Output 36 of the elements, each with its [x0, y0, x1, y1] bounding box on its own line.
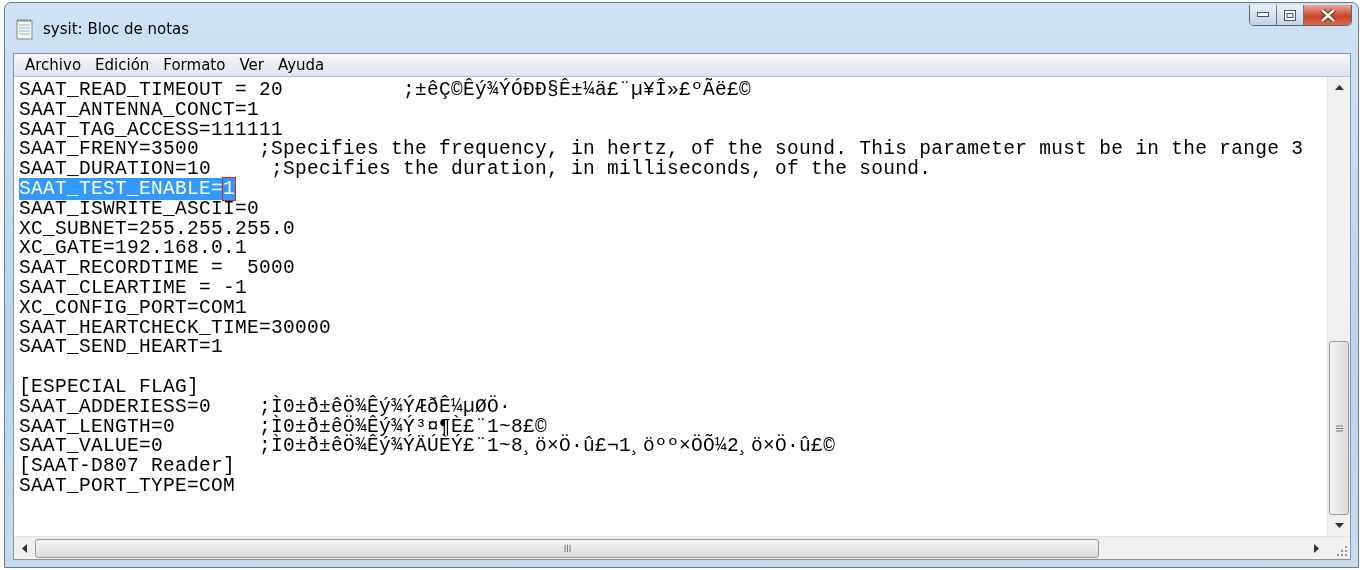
text-line: SAAT_ANTENNA_CONCT=1 — [19, 98, 260, 121]
text-line: SAAT_TAG_ACCESS=111111 — [19, 118, 284, 141]
text-line: SAAT_ISWRITE_ASCII=0 — [19, 197, 260, 220]
minimize-button[interactable] — [1250, 5, 1277, 25]
menu-item[interactable]: Formato — [156, 56, 233, 74]
scroll-up-icon[interactable] — [1334, 85, 1344, 90]
close-icon — [1319, 8, 1336, 22]
window-title: sysit: Bloc de notas — [43, 20, 190, 38]
scroll-down-icon[interactable] — [1334, 523, 1344, 528]
scroll-left-icon[interactable] — [22, 543, 27, 553]
minimize-icon — [1257, 12, 1269, 18]
text-line: SAAT_SEND_HEART=1 — [19, 336, 224, 359]
text-line: XC_SUBNET=255.255.255.0 — [19, 217, 296, 240]
highlighted-value: 1 — [223, 178, 236, 200]
vertical-scrollbar[interactable] — [1327, 77, 1350, 536]
maximize-icon — [1284, 9, 1296, 21]
grip-icon — [563, 544, 571, 552]
resize-grip-icon[interactable] — [1337, 546, 1347, 556]
text-line: SAAT_HEARTCHECK_TIME=30000 — [19, 316, 332, 339]
grip-icon — [1335, 424, 1343, 432]
menu-item[interactable]: Ayuda — [270, 56, 332, 74]
scroll-thumb[interactable] — [35, 538, 1099, 558]
text-line: XC_CONFIG_PORT=COM1 — [19, 296, 248, 319]
menu-item[interactable]: Ver — [232, 56, 271, 74]
scroll-right-icon[interactable] — [1314, 543, 1319, 553]
close-button[interactable] — [1304, 5, 1351, 25]
text-line: SAAT_READ_TIMEOUT = 20 ;±êÇ©Êý¾ÝÓÐÐ§Ê±¼ä£¨µ¥Î»£ºÃë£© — [19, 79, 752, 101]
text-line: XC_GATE=192.168.0.1 — [19, 237, 248, 260]
menu-item[interactable]: Edición — [88, 56, 157, 74]
notepad-icon — [15, 18, 35, 40]
menu-item[interactable]: Archivo — [18, 56, 89, 74]
text-line: SAAT_DURATION=10 ;Specifies the duration, in milliseconds, of the sound. — [19, 158, 932, 181]
maximize-button[interactable] — [1277, 5, 1304, 25]
text-line: [ESPECIAL FLAG] — [19, 375, 200, 398]
horizontal-scrollbar[interactable] — [14, 537, 1327, 559]
scroll-thumb[interactable] — [1329, 341, 1349, 515]
